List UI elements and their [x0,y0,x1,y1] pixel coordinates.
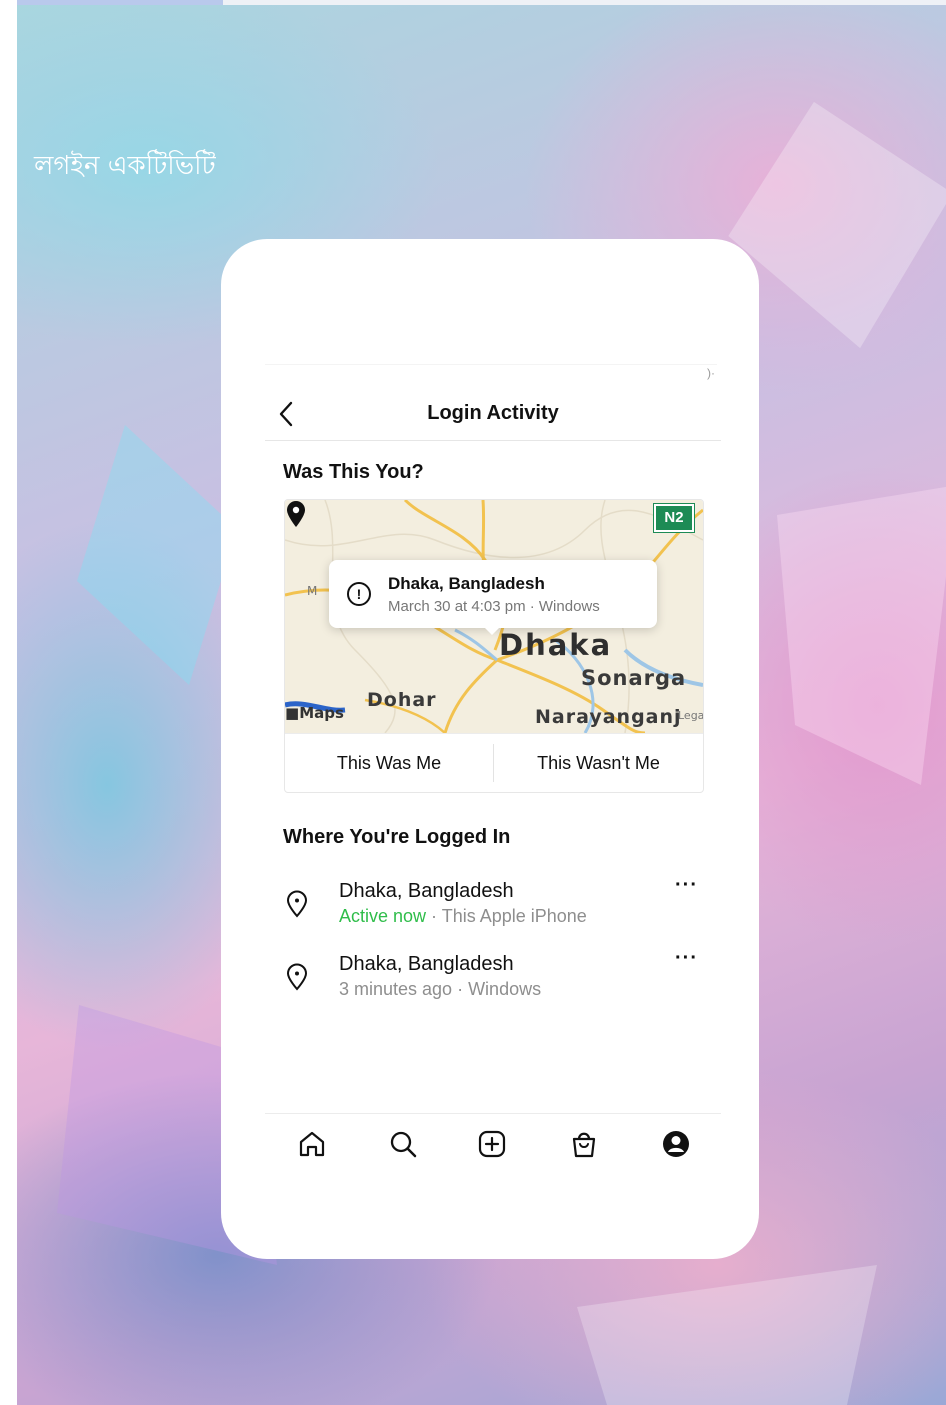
page-heading: লগইন একটিভিটি [34,151,216,181]
location-icon [286,890,308,918]
status-divider [265,364,717,365]
login-location-map[interactable]: M N2 Dhaka Sonarga Dohar Narayanganj ■Ma… [285,500,703,733]
session-device: · This Apple iPhone [426,906,587,926]
tooltip-arrow [483,626,501,635]
this-wasnt-me-button[interactable]: This Wasn't Me [494,734,703,792]
maps-brand-label: Maps [299,704,344,722]
tab-shop[interactable] [567,1127,601,1161]
session-item[interactable]: Dhaka, Bangladesh 3 minutes ago · Window… [265,947,721,1013]
create-icon [478,1130,506,1158]
tabbar-divider [265,1113,721,1114]
map-label-dhaka: Dhaka [499,628,613,662]
map-label-sonargaon: Sonarga [581,666,687,690]
location-pin-icon [287,501,305,527]
header-divider [265,440,721,441]
search-icon [390,1131,417,1158]
map-legal-link[interactable]: Legal [678,709,703,722]
tooltip-location: Dhaka, Bangladesh [388,574,545,593]
more-options-button[interactable]: ··· [675,874,698,897]
home-icon [299,1131,325,1157]
session-item[interactable]: Dhaka, Bangladesh Active now · This Appl… [265,874,721,940]
tooltip-time-device: March 30 at 4:03 pm · Windows [388,598,600,615]
page-title: Login Activity [427,402,559,424]
tab-profile[interactable] [659,1127,693,1161]
login-tooltip: ! Dhaka, Bangladesh March 30 at 4:03 pm … [329,560,657,628]
phone-screen: )· Login Activity Was This You? M N2 Dha… [221,239,759,1259]
logged-in-heading: Where You're Logged In [283,826,511,848]
session-detail: 3 minutes ago · Windows [339,979,542,999]
map-label-dohar: Dohar [367,689,437,711]
confirm-actions: This Was Me This Wasn't Me [285,733,703,792]
profile-icon [663,1131,689,1157]
apple-logo-icon: ■ [285,704,300,722]
session-location: Dhaka, Bangladesh [339,953,514,975]
shop-icon [572,1132,596,1158]
road-badge: N2 [653,503,695,533]
top-strip-accent [17,0,223,5]
location-icon [286,963,308,991]
maps-brand: ■Maps [285,704,344,722]
tab-search[interactable] [386,1127,420,1161]
session-location: Dhaka, Bangladesh [339,880,514,902]
was-this-you-heading: Was This You? [283,461,424,483]
map-label-partial: M [307,584,318,598]
this-was-me-button[interactable]: This Was Me [285,734,493,792]
active-now-label: Active now [339,906,427,926]
status-indicator: )· [707,366,715,380]
map-label-narayanganj: Narayanganj [535,706,682,728]
more-options-button[interactable]: ··· [675,947,698,970]
tab-home[interactable] [295,1127,329,1161]
alert-circle-icon: ! [347,582,371,606]
tab-create[interactable] [475,1127,509,1161]
session-detail: Active now · This Apple iPhone [339,906,587,927]
suspicious-login-card: M N2 Dhaka Sonarga Dohar Narayanganj ■Ma… [284,499,704,793]
